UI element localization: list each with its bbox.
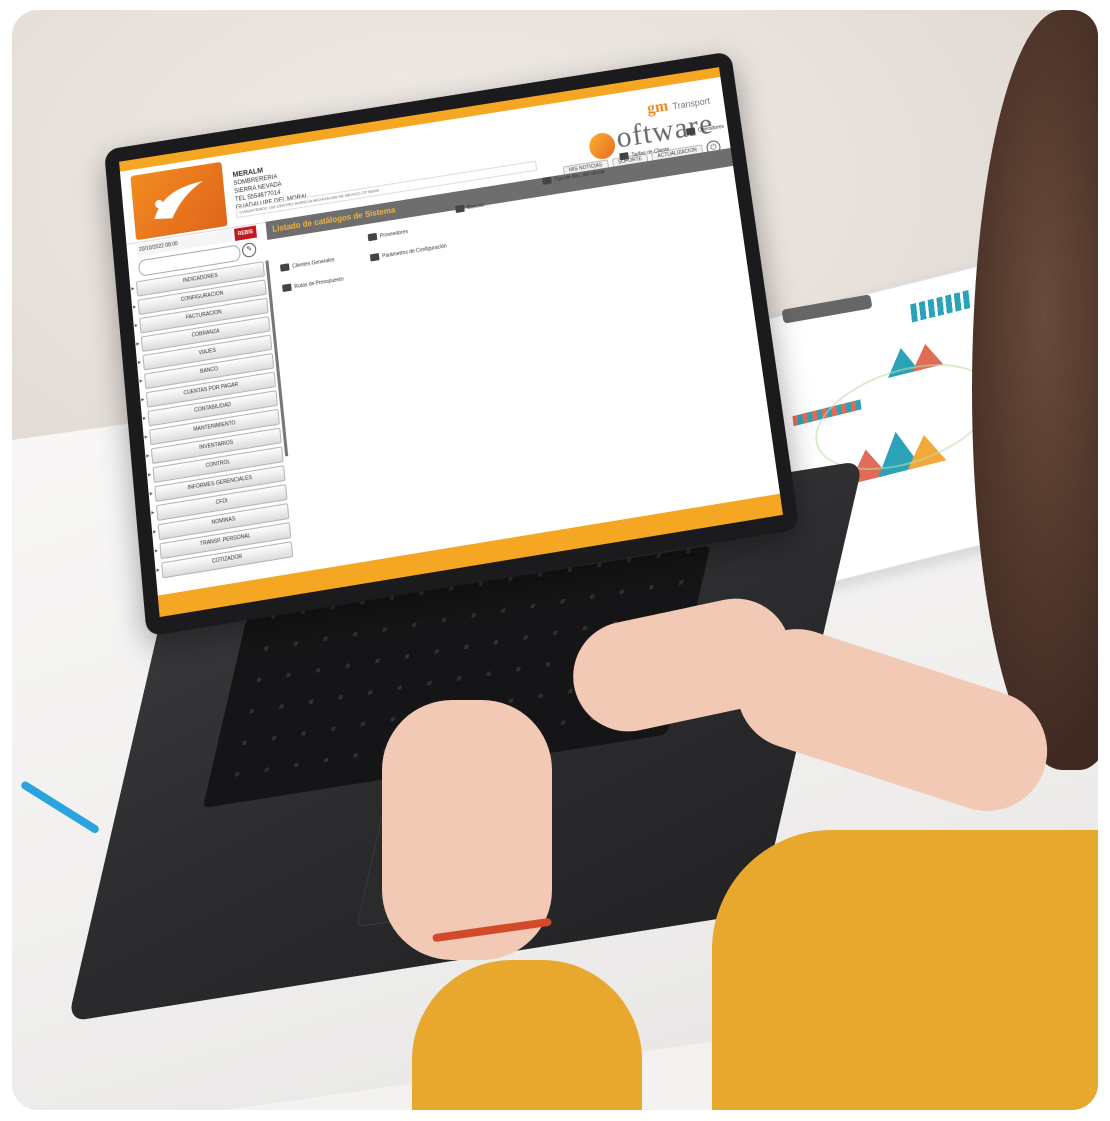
- photo-background: MERALM SOMBRERERIA SIERRA NEVADA TEL 555…: [12, 10, 1098, 1110]
- truck-icon: [279, 263, 290, 272]
- user-icon: [619, 152, 629, 161]
- shortcut-label: Bancos: [466, 201, 485, 211]
- document-icon: [542, 176, 552, 185]
- swoosh-icon: [151, 180, 207, 222]
- truck-icon: [282, 283, 292, 293]
- laptop-screen: MERALM SOMBRERERIA SIERRA NEVADA TEL 555…: [119, 67, 783, 618]
- status-badge[interactable]: REBIS: [233, 225, 258, 241]
- person-sleeve-right: [712, 830, 1098, 1110]
- edit-icon[interactable]: ✎: [241, 241, 257, 259]
- user-icon: [685, 127, 696, 136]
- truck-icon: [367, 232, 378, 242]
- bank-icon: [455, 204, 465, 214]
- settings-icon: [369, 253, 380, 262]
